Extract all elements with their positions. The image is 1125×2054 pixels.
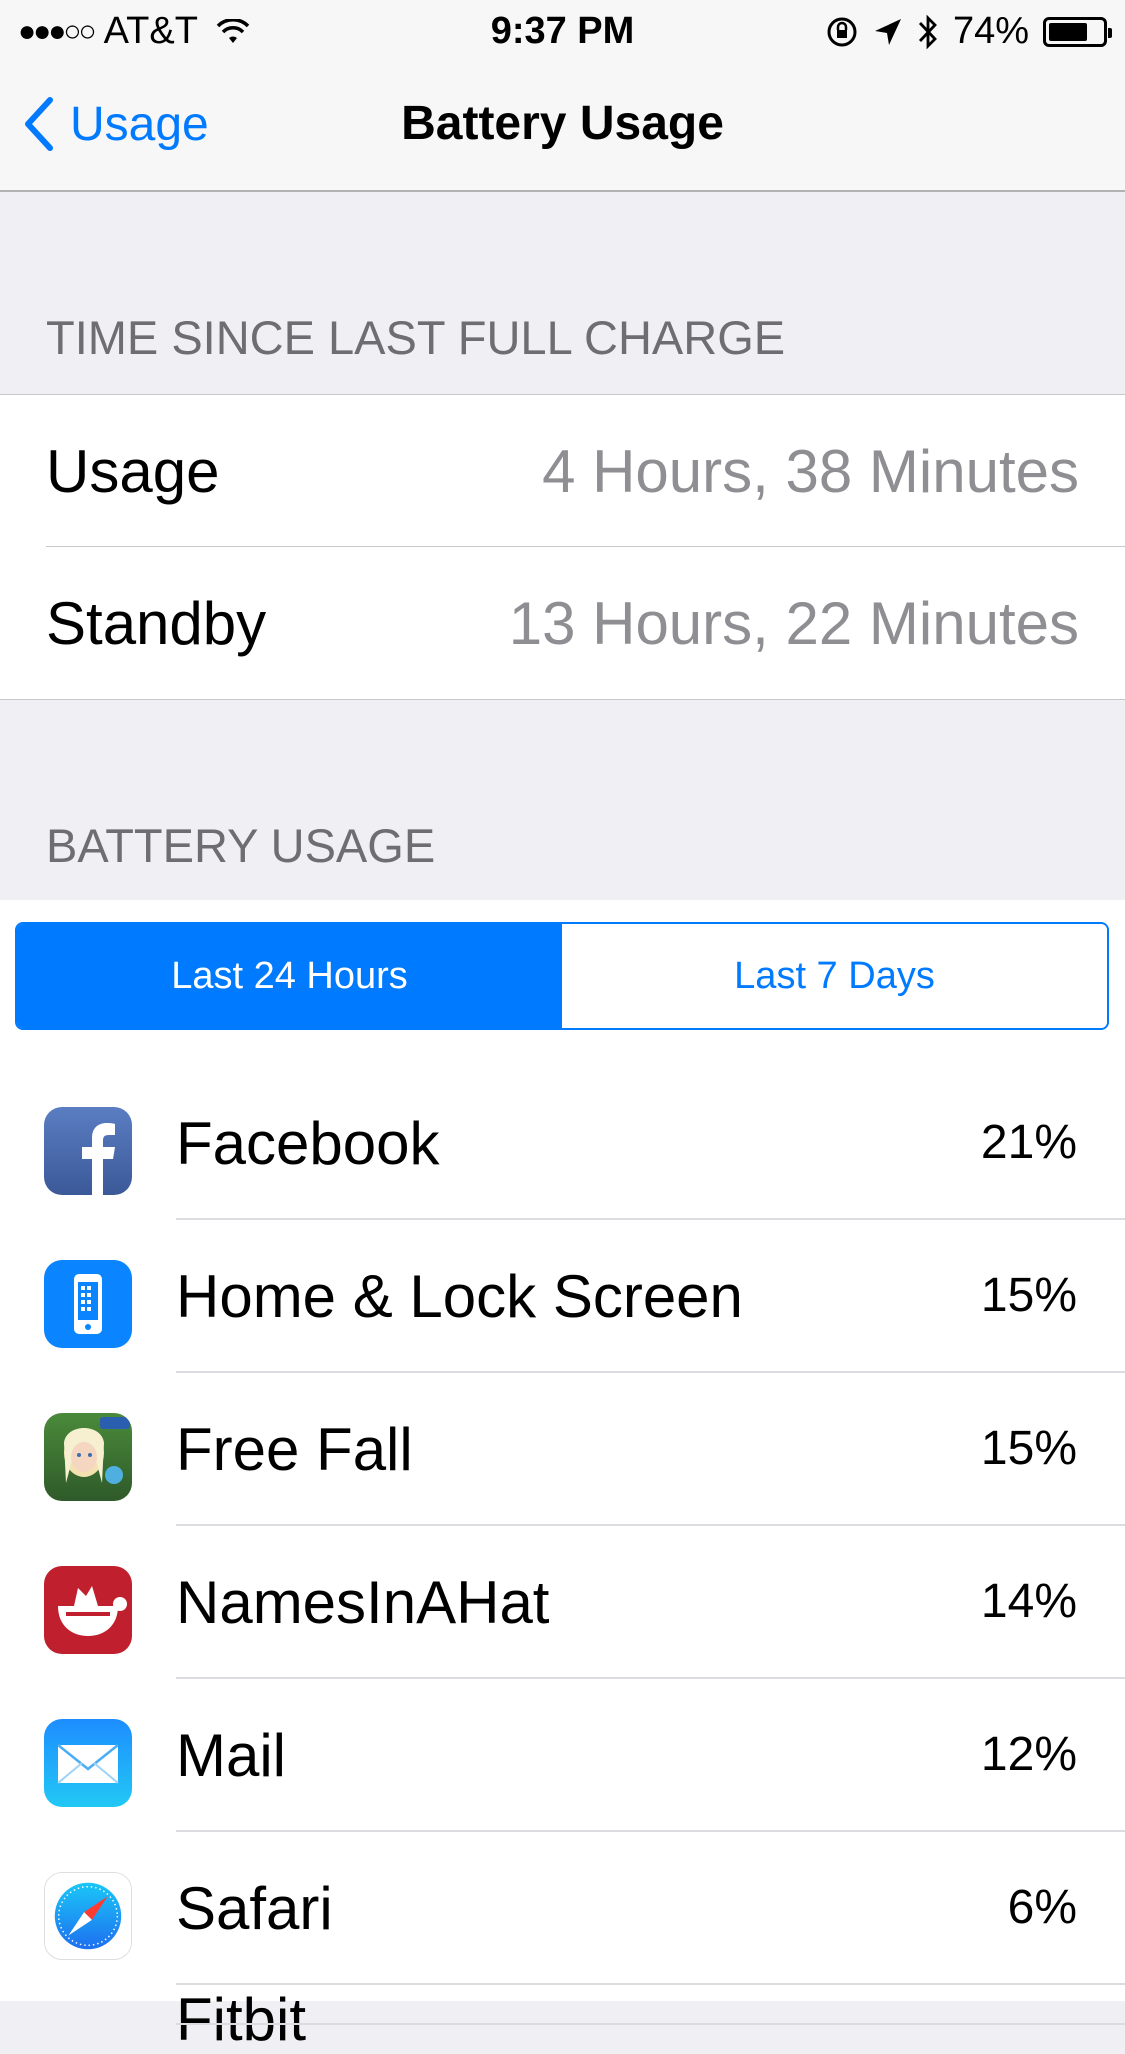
usage-value: 4 Hours, 38 Minutes [542, 437, 1079, 505]
app-name: Safari [176, 1875, 333, 1942]
app-name: Fitbit [176, 1986, 307, 2053]
standby-row: Standby 13 Hours, 22 Minutes [0, 547, 1125, 699]
segment-last-24-hours[interactable]: Last 24 Hours [17, 924, 562, 1028]
usage-label: Usage [46, 437, 220, 505]
list-item: Home & Lock Screen 15% [0, 1220, 1125, 1373]
usage-row: Usage 4 Hours, 38 Minutes [0, 395, 1125, 547]
mail-icon [44, 1719, 132, 1807]
app-name: Mail [176, 1722, 287, 1789]
status-bar: ●●●○○ AT&T 9:37 PM 74% [0, 0, 1125, 62]
standby-label: Standby [46, 589, 267, 657]
location-icon [873, 17, 903, 47]
home-lock-screen-icon [44, 1260, 132, 1348]
namesinahat-icon [44, 1566, 132, 1654]
list-item: NamesInAHat 14% [0, 1526, 1125, 1679]
battery-icon [1043, 16, 1112, 47]
bluetooth-icon [917, 14, 939, 50]
app-percent: 21% [980, 1116, 1077, 1169]
time-range-segmented-control: Last 24 Hours Last 7 Days [15, 922, 1109, 1030]
facebook-icon [44, 1107, 132, 1195]
app-percent: 15% [980, 1422, 1077, 1475]
navigation-bar: Usage Battery Usage [0, 62, 1125, 192]
rotation-lock-icon [825, 15, 859, 49]
battery-percent: 74% [952, 10, 1029, 52]
list-item: Facebook 21% [0, 1067, 1125, 1220]
app-name: Home & Lock Screen [176, 1263, 743, 1330]
segment-last-7-days[interactable]: Last 7 Days [562, 924, 1107, 1028]
status-right: 74% [825, 10, 1112, 53]
list-item-partial: Fitbit [0, 1985, 1125, 2053]
app-percent: 14% [980, 1575, 1077, 1628]
page-title: Battery Usage [401, 97, 724, 150]
app-usage-list: Facebook 21% Home & Lock Screen 15% Free… [0, 1067, 1125, 2053]
app-percent: 6% [1007, 1881, 1077, 1934]
app-name: NamesInAHat [176, 1569, 550, 1636]
app-name: Free Fall [176, 1416, 413, 1483]
safari-icon [44, 1872, 132, 1960]
battery-usage-panel: Last 24 Hours Last 7 Days Facebook 21% H… [0, 900, 1125, 2053]
section-header-battery-usage: BATTERY USAGE [46, 819, 436, 872]
free-fall-icon [44, 1413, 132, 1501]
list-item: Free Fall 15% [0, 1373, 1125, 1526]
list-item: Mail 12% [0, 1679, 1125, 1832]
standby-value: 13 Hours, 22 Minutes [508, 589, 1079, 657]
section-header-time-since-charge: TIME SINCE LAST FULL CHARGE [46, 311, 786, 364]
app-name: Facebook [176, 1110, 440, 1177]
app-percent: 15% [980, 1269, 1077, 1322]
battery-level-fill [1049, 22, 1087, 41]
charge-time-group: Usage 4 Hours, 38 Minutes Standby 13 Hou… [0, 394, 1125, 700]
app-percent: 12% [980, 1728, 1077, 1781]
list-item: Safari 6% [0, 1832, 1125, 1985]
